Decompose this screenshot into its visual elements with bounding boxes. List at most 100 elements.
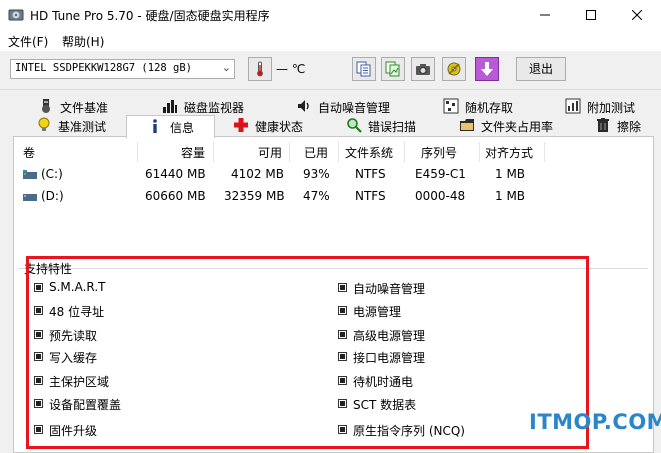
menu-help[interactable]: 帮助(H)	[62, 33, 104, 50]
chevron-down-icon: ⌄	[221, 61, 231, 74]
feature-label: 电源管理	[353, 305, 402, 319]
col-header-alignment[interactable]: 对齐方式	[485, 144, 533, 160]
feature-label: 固件升级	[49, 424, 98, 438]
tab-label: 信息	[170, 121, 195, 135]
column-divider	[404, 142, 405, 162]
column-divider	[213, 142, 214, 162]
random-access-icon	[443, 98, 459, 114]
feature-checkbox	[34, 399, 43, 408]
feature-checkbox	[338, 425, 347, 434]
feature-label: 原生指令序列 (NCQ)	[353, 424, 465, 438]
camera-icon	[416, 64, 430, 75]
red-cross-icon	[234, 118, 248, 132]
feature-checkbox	[338, 399, 347, 408]
close-button[interactable]	[614, 0, 660, 30]
menu-file[interactable]: 文件(F)	[8, 33, 48, 50]
copy-image-icon	[385, 61, 400, 77]
feature-checkbox	[338, 352, 347, 361]
feature-label: 自动噪音管理	[353, 282, 426, 296]
feature-label: 主保护区域	[49, 375, 110, 389]
tab-label: 随机存取	[465, 101, 514, 115]
disk-monitor-icon	[163, 100, 177, 113]
column-divider	[289, 142, 290, 162]
col-header-volume[interactable]: 卷	[23, 144, 35, 160]
menu-bar: 文件(F) 帮助(H)	[0, 30, 661, 51]
tab-label: 健康状态	[255, 120, 304, 134]
tab-info[interactable]: 信息	[126, 115, 215, 138]
speaker-icon	[298, 100, 309, 112]
tab-label: 磁盘监视器	[184, 101, 245, 115]
extra-tests-icon	[565, 98, 581, 114]
close-icon	[631, 9, 643, 21]
col-header-capacity[interactable]: 容量	[181, 144, 205, 160]
feature-label: 高级电源管理	[353, 329, 426, 343]
feature-checkbox	[34, 306, 43, 315]
table-row[interactable]: (D:) 60660 MB 32359 MB 47% NTFS 0000-48 …	[19, 187, 649, 207]
drive-windows-icon	[23, 170, 37, 179]
toolbar: INTEL SSDPEKKW128G7 (128 gB) ⌄ — ℃ 退出	[0, 51, 661, 90]
screenshot-button[interactable]	[411, 57, 435, 81]
group-divider	[18, 268, 648, 269]
temperature-button[interactable]	[248, 57, 272, 81]
feature-label: 写入缓存	[49, 351, 98, 365]
cell-volume: (C:)	[41, 167, 63, 181]
copy-graph-button[interactable]	[381, 57, 405, 81]
cell-alignment: 1 MB	[495, 189, 526, 203]
cell-used: 47%	[303, 189, 330, 203]
tools-icon	[447, 62, 461, 76]
feature-checkbox	[34, 376, 43, 385]
column-divider	[479, 142, 480, 162]
table-row[interactable]: (C:) 61440 MB 4102 MB 93% NTFS E459-C1 1…	[19, 165, 649, 185]
info-icon	[153, 119, 157, 133]
cell-capacity: 60660 MB	[145, 189, 206, 203]
feature-checkbox	[34, 330, 43, 339]
maximize-button[interactable]	[568, 0, 614, 30]
tab-label: 文件基准	[60, 101, 109, 115]
column-divider	[544, 142, 545, 162]
exit-button[interactable]: 退出	[516, 57, 566, 81]
feature-label: 48 位寻址	[49, 305, 105, 319]
drive-select-value: INTEL SSDPEKKW128G7 (128 gB)	[15, 62, 193, 74]
cell-capacity: 61440 MB	[145, 167, 206, 181]
drive-select[interactable]: INTEL SSDPEKKW128G7 (128 gB) ⌄	[10, 59, 235, 79]
save-button[interactable]	[475, 57, 499, 81]
tab-label: 附加测试	[587, 101, 636, 115]
feature-checkbox	[34, 425, 43, 434]
minimize-button[interactable]	[522, 0, 568, 30]
cell-used: 93%	[303, 167, 330, 181]
minimize-icon	[540, 14, 550, 16]
window-title: HD Tune Pro 5.70 - 硬盘/固态硬盘实用程序	[30, 9, 270, 23]
hd-tune-app-icon	[8, 9, 24, 21]
cell-serial: E459-C1	[415, 167, 466, 181]
feature-checkbox	[34, 352, 43, 361]
features-group-title: 支持特性	[24, 262, 73, 276]
cell-serial: 0000-48	[415, 189, 466, 203]
info-panel: 卷 容量 可用 已用 文件系统 序列号 对齐方式 (C:) 61440 MB 4…	[13, 136, 654, 453]
options-button[interactable]	[442, 57, 466, 81]
feature-checkbox	[34, 283, 43, 292]
feature-label: 接口电源管理	[353, 351, 426, 365]
trash-icon	[597, 118, 609, 132]
cell-alignment: 1 MB	[495, 167, 526, 181]
feature-label: 待机时通电	[353, 375, 414, 389]
cell-free: 4102 MB	[231, 167, 284, 181]
col-header-filesystem[interactable]: 文件系统	[345, 144, 393, 160]
tab-label: 文件夹占用率	[481, 120, 554, 134]
col-header-used[interactable]: 已用	[304, 144, 328, 160]
drive-icon	[23, 194, 37, 201]
feature-checkbox	[338, 376, 347, 385]
column-divider	[137, 142, 138, 162]
folder-icon	[460, 119, 474, 131]
feature-checkbox	[338, 306, 347, 315]
tab-label: 自动噪音管理	[318, 101, 391, 115]
lightbulb-icon	[38, 117, 50, 131]
feature-label: 设备配置覆盖	[49, 398, 122, 412]
col-header-free[interactable]: 可用	[258, 144, 282, 160]
arrow-down-icon	[481, 62, 493, 76]
maximize-icon	[586, 10, 596, 20]
cell-filesystem: NTFS	[355, 189, 386, 203]
copy-text-button[interactable]	[352, 57, 376, 81]
tab-label: 错误扫描	[368, 120, 417, 134]
col-header-serial[interactable]: 序列号	[421, 144, 457, 160]
cell-free: 32359 MB	[224, 189, 285, 203]
